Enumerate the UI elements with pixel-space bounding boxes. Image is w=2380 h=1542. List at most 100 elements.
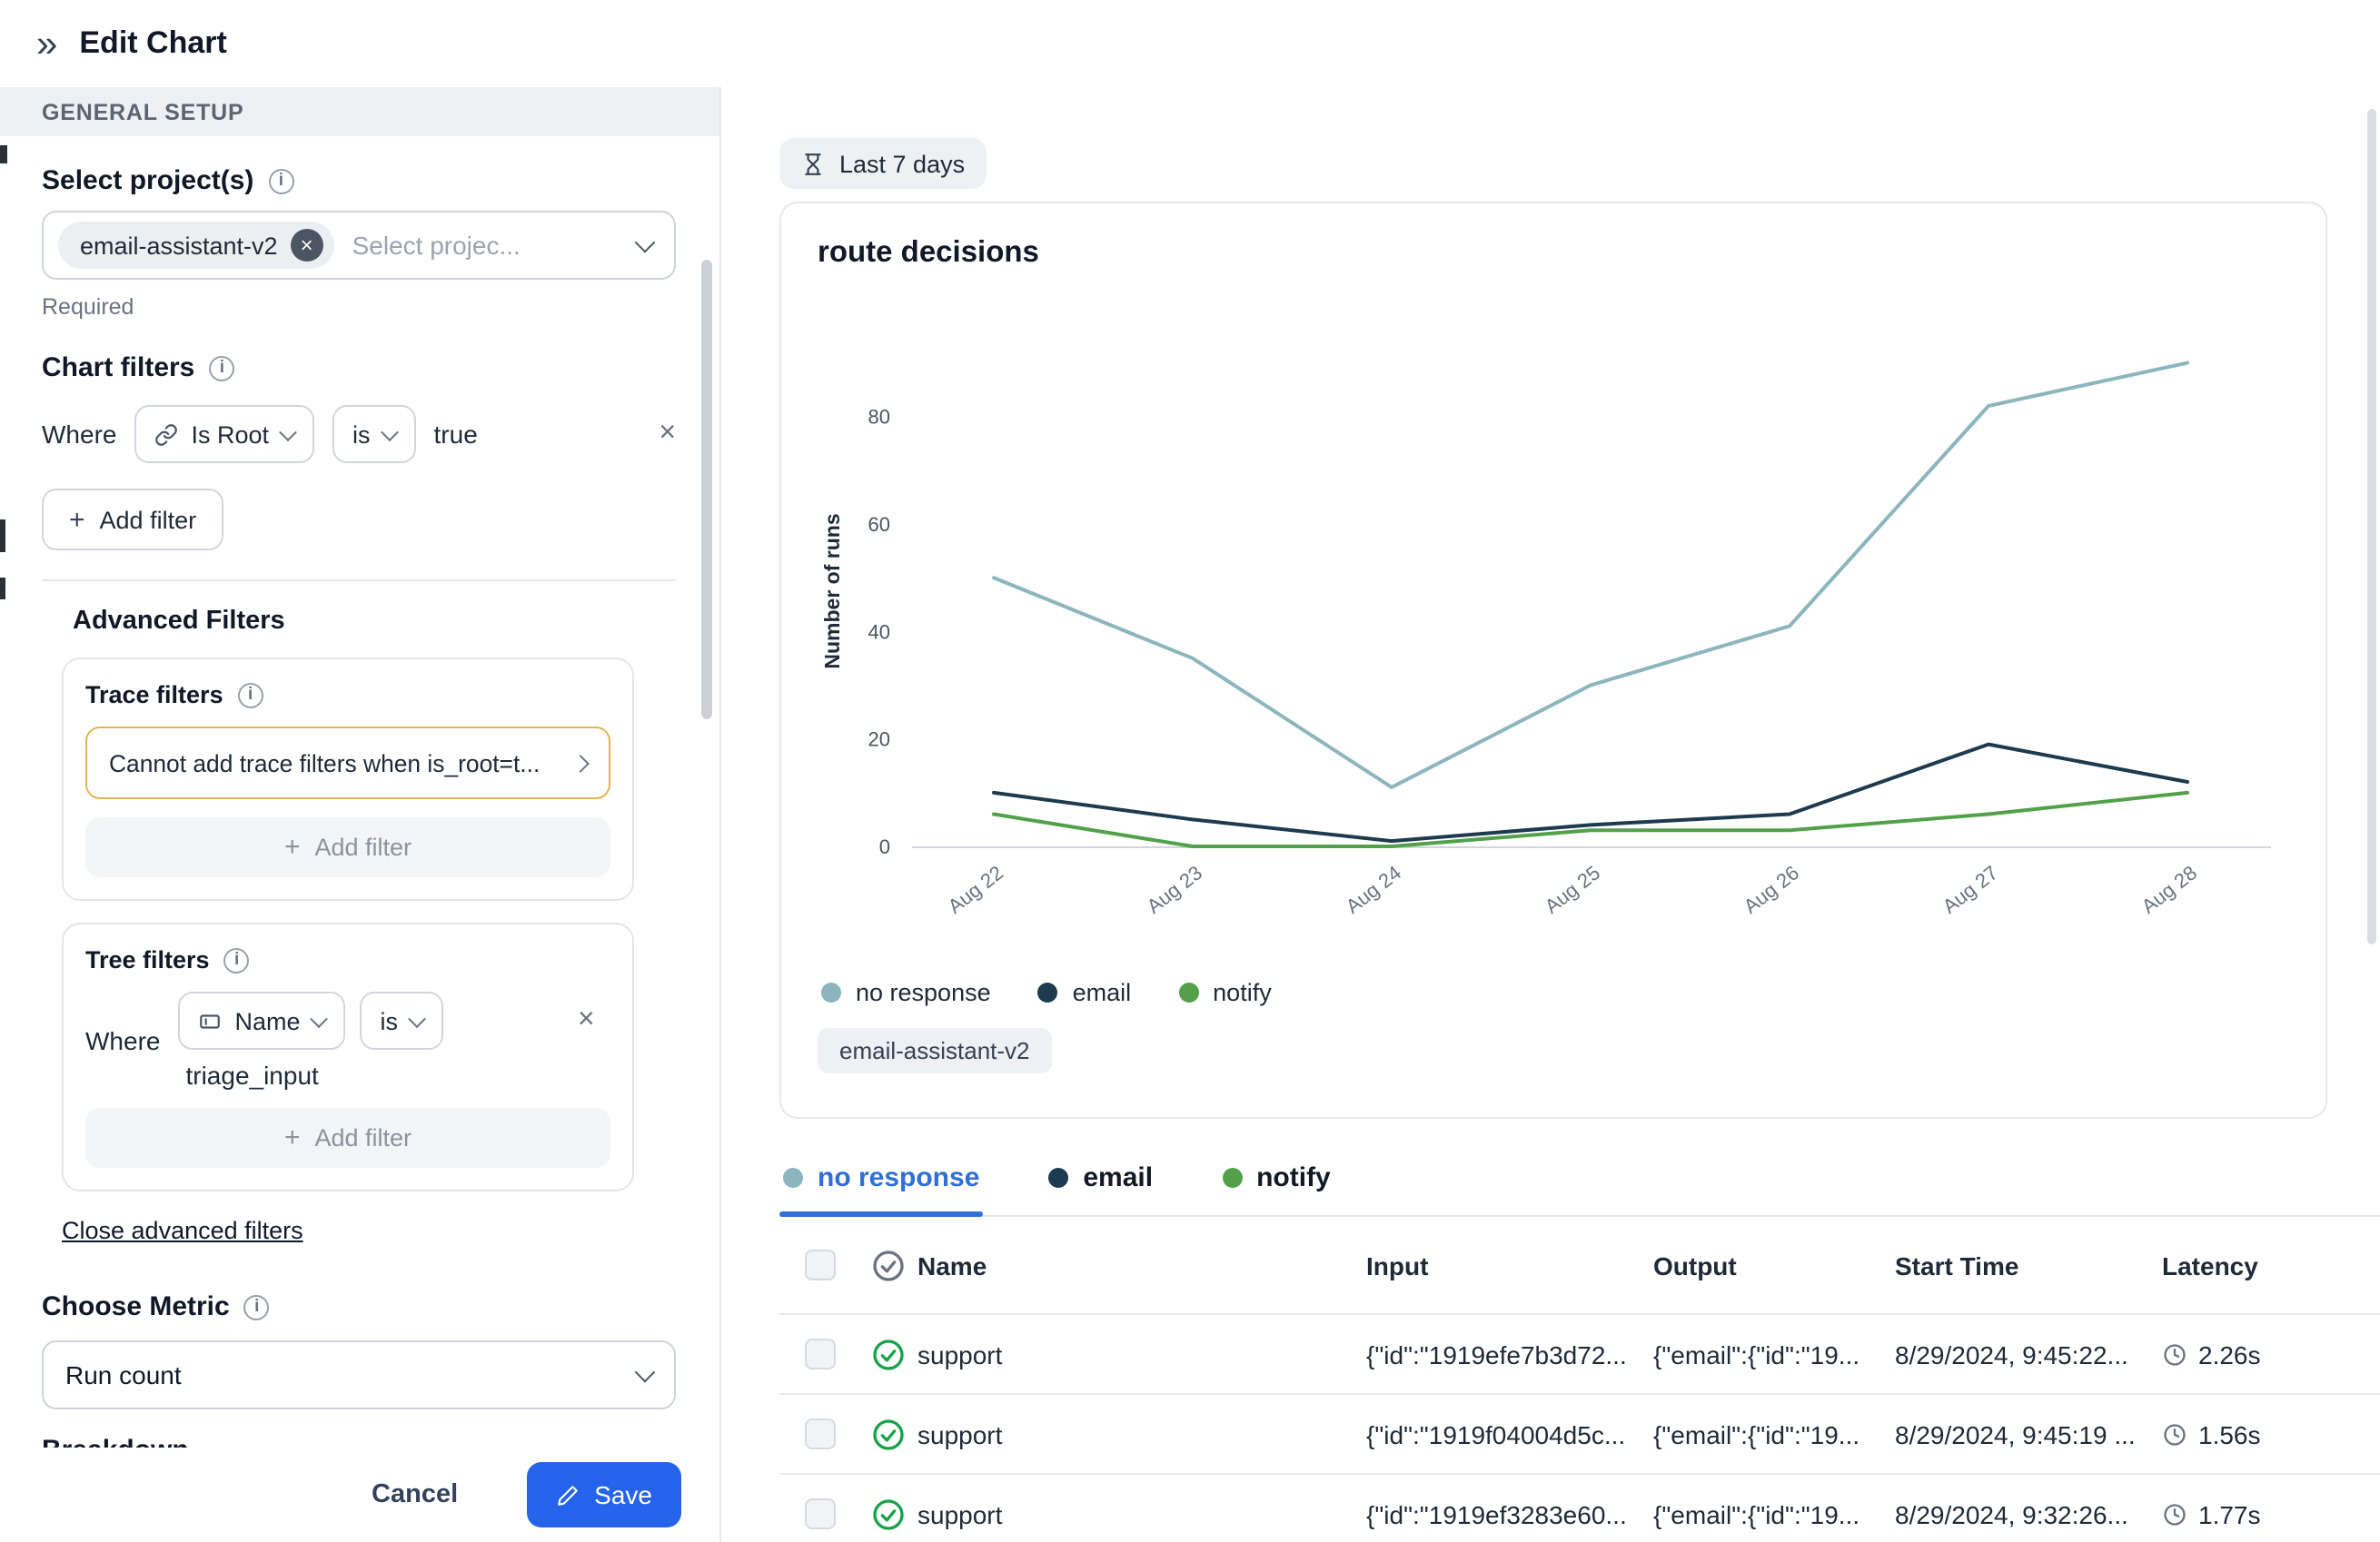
row-checkbox[interactable] bbox=[804, 1498, 835, 1529]
cell-output: {"email":{"id":"19... bbox=[1653, 1339, 1895, 1369]
save-label: Save bbox=[594, 1480, 652, 1509]
filter-operator-dropdown[interactable]: is bbox=[332, 405, 416, 463]
chart-filters-label-row: Chart filters bbox=[42, 352, 676, 383]
series-dot-icon bbox=[821, 983, 841, 1003]
chart-preview-pane: Last 7 days route decisions 020406080Aug… bbox=[721, 87, 2380, 1542]
cell-output: {"email":{"id":"19... bbox=[1653, 1419, 1895, 1448]
project-tag: email-assistant-v2 bbox=[818, 1028, 1052, 1073]
row-status-icon bbox=[859, 1496, 917, 1532]
tree-add-filter-button[interactable]: Add filter bbox=[85, 1108, 610, 1168]
header-start-time: Start Time bbox=[1895, 1250, 2162, 1280]
tree-filter-value[interactable]: triage_input bbox=[178, 1061, 560, 1090]
time-range-button[interactable]: Last 7 days bbox=[779, 138, 987, 189]
choose-metric-label-row: Choose Metric bbox=[42, 1291, 676, 1322]
tree-operator-label: is bbox=[381, 1007, 399, 1034]
latency-value: 2.26s bbox=[2198, 1339, 2261, 1369]
cell-name: support bbox=[917, 1499, 1366, 1528]
series-dot-icon bbox=[1222, 1168, 1242, 1188]
select-all-checkbox[interactable] bbox=[804, 1250, 835, 1280]
trace-filters-label: Trace filters bbox=[85, 681, 223, 708]
svg-text:Number of runs: Number of runs bbox=[820, 513, 844, 668]
edit-chart-panel: Edit Chart GENERAL SETUP Select project(… bbox=[0, 0, 2380, 1542]
pencil-icon bbox=[556, 1483, 580, 1507]
tab-email[interactable]: email bbox=[1045, 1155, 1156, 1215]
legend-item: email bbox=[1038, 979, 1132, 1006]
table-row[interactable]: support {"id":"1919f04004d5c... {"email"… bbox=[779, 1395, 2380, 1475]
trace-filters-warning[interactable]: Cannot add trace filters when is_root=t.… bbox=[85, 727, 610, 799]
svg-text:Aug 23: Aug 23 bbox=[1143, 861, 1206, 918]
select-projects-label-row: Select project(s) bbox=[42, 165, 676, 196]
chart-filters-label: Chart filters bbox=[42, 352, 194, 383]
chart-filter-row: Where Is Root is true bbox=[42, 405, 676, 463]
trace-add-filter-button[interactable]: Add filter bbox=[85, 817, 610, 877]
svg-text:40: 40 bbox=[868, 620, 890, 643]
cell-latency: 1.77s bbox=[2162, 1499, 2380, 1528]
tree-operator-dropdown[interactable]: is bbox=[361, 992, 444, 1050]
svg-text:Aug 22: Aug 22 bbox=[944, 861, 1007, 918]
cell-latency: 1.56s bbox=[2162, 1419, 2380, 1448]
latency-value: 1.56s bbox=[2198, 1419, 2261, 1448]
chevron-down-icon bbox=[408, 1009, 426, 1027]
series-tabs: no response email notify bbox=[779, 1155, 2380, 1217]
row-checkbox-cell bbox=[779, 1339, 859, 1369]
panel-header: Edit Chart bbox=[0, 0, 2380, 87]
legend-item: no response bbox=[821, 979, 991, 1006]
chart-card: route decisions 020406080Aug 22Aug 23Aug… bbox=[779, 202, 2327, 1119]
time-range-label: Last 7 days bbox=[839, 150, 965, 177]
select-projects-label: Select project(s) bbox=[42, 165, 253, 196]
table-row[interactable]: support {"id":"1919ef3283e60... {"email"… bbox=[779, 1475, 2380, 1542]
cell-input: {"id":"1919ef3283e60... bbox=[1366, 1499, 1653, 1528]
screen-edge-artifact bbox=[0, 145, 7, 163]
project-select[interactable]: email-assistant-v2 Select projec... bbox=[42, 211, 676, 280]
screen-edge-artifact bbox=[0, 519, 5, 552]
legend-item: notify bbox=[1178, 979, 1272, 1006]
trace-add-filter-label: Add filter bbox=[314, 834, 412, 861]
add-filter-button[interactable]: Add filter bbox=[42, 489, 223, 550]
chevron-down-icon bbox=[635, 232, 656, 253]
advanced-filters-section: Advanced Filters Trace filters Cannot ad… bbox=[62, 607, 676, 1244]
remove-project-icon[interactable] bbox=[291, 229, 323, 262]
cancel-button[interactable]: Cancel bbox=[332, 1462, 498, 1527]
info-icon bbox=[209, 355, 234, 381]
remove-filter-icon[interactable] bbox=[659, 420, 676, 449]
clock-icon bbox=[2162, 1341, 2187, 1367]
row-checkbox[interactable] bbox=[804, 1418, 835, 1449]
table-header-row: Name Input Output Start Time Latency bbox=[779, 1217, 2380, 1315]
check-circle-icon bbox=[870, 1416, 907, 1452]
runs-table: Name Input Output Start Time Latency sup… bbox=[779, 1217, 2380, 1542]
where-label: Where bbox=[42, 420, 116, 449]
tree-field-dropdown[interactable]: Name bbox=[178, 992, 345, 1050]
info-icon bbox=[268, 168, 293, 193]
svg-text:80: 80 bbox=[868, 406, 890, 429]
choose-metric-label: Choose Metric bbox=[42, 1291, 230, 1322]
metric-selected-value: Run count bbox=[65, 1360, 182, 1389]
where-label: Where bbox=[85, 1026, 160, 1055]
project-select-placeholder: Select projec... bbox=[352, 231, 521, 260]
svg-text:0: 0 bbox=[879, 835, 890, 858]
general-setup-section-header: GENERAL SETUP bbox=[0, 87, 719, 136]
row-checkbox-cell bbox=[779, 1498, 859, 1529]
filter-field-dropdown[interactable]: Is Root bbox=[134, 405, 314, 463]
row-checkbox[interactable] bbox=[804, 1339, 835, 1369]
header-name: Name bbox=[917, 1250, 1366, 1280]
tab-no-response[interactable]: no response bbox=[779, 1155, 983, 1215]
collapse-panel-icon[interactable] bbox=[36, 25, 57, 63]
info-icon bbox=[238, 682, 263, 707]
tree-filter-chips: Name is bbox=[178, 992, 560, 1050]
tab-notify[interactable]: notify bbox=[1218, 1155, 1334, 1215]
chevron-right-icon bbox=[571, 754, 590, 772]
content-scrollbar[interactable] bbox=[2367, 109, 2376, 944]
check-circle-icon bbox=[870, 1336, 907, 1372]
series-dot-icon bbox=[1048, 1168, 1068, 1188]
sidebar-scrollbar[interactable] bbox=[701, 260, 712, 719]
table-row[interactable]: support {"id":"1919efe7b3d72... {"email"… bbox=[779, 1315, 2380, 1395]
chart-title: route decisions bbox=[818, 236, 2289, 271]
remove-tree-filter-icon[interactable] bbox=[578, 1006, 610, 1035]
filter-value: true bbox=[434, 420, 478, 449]
close-advanced-filters-link[interactable]: Close advanced filters bbox=[62, 1217, 303, 1244]
series-dot-icon bbox=[1038, 983, 1058, 1003]
tree-filters-label: Tree filters bbox=[85, 946, 210, 974]
plus-icon bbox=[284, 1122, 301, 1153]
save-button[interactable]: Save bbox=[527, 1462, 681, 1527]
metric-select[interactable]: Run count bbox=[42, 1340, 676, 1409]
